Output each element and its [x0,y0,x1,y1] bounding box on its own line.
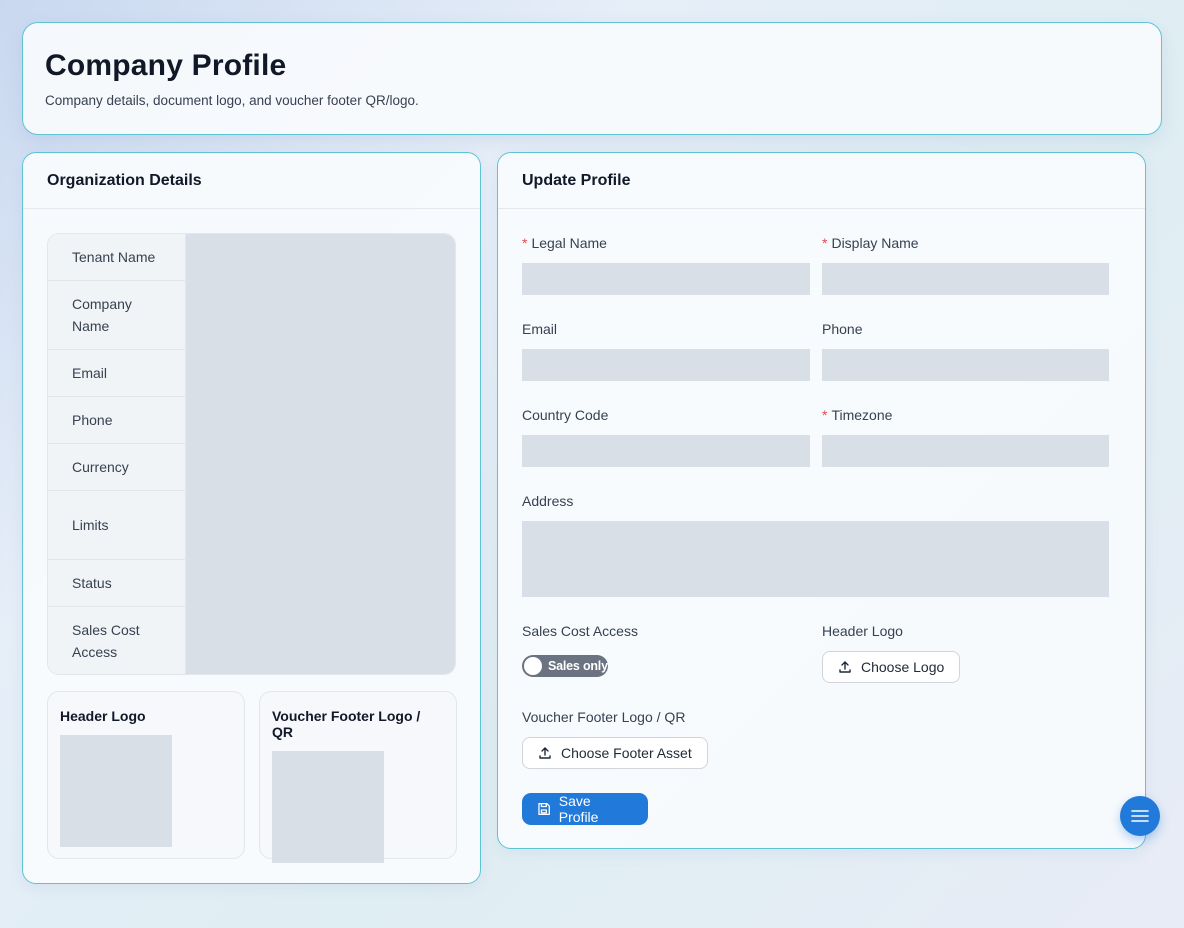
email-input[interactable] [522,349,810,381]
upload-icon [539,747,551,759]
footer-logo-title: Voucher Footer Logo / QR [272,708,421,740]
address-label: Address [522,493,574,509]
footer-logo-image-placeholder [272,751,384,863]
choose-footer-asset-label: Choose Footer Asset [561,745,692,761]
phone-label: Phone [822,321,863,337]
sales-cost-access-toggle[interactable]: Sales only [522,655,608,677]
details-label-limits: Limits [48,491,185,560]
required-marker: * [822,407,828,423]
update-profile-card: Update Profile * Legal Name * Display Name… [497,152,1146,849]
email-label: Email [522,321,558,337]
timezone-label: * Timezone [822,407,893,423]
required-marker: * [822,235,828,251]
details-label-status: Status [48,560,185,607]
details-label-company-name: Company Name [48,281,185,350]
country-code-input[interactable] [522,435,810,467]
page-subtitle: Company details, document logo, and vouc… [45,93,419,108]
sales-cost-access-label: Sales Cost Access [522,623,638,639]
header-logo-title: Header Logo [60,708,146,724]
organization-details-card: Organization Details Tenant Name Company… [22,152,481,884]
details-label-sales-cost-access: Sales Cost Access [72,621,140,660]
details-label-email: Email [48,350,185,397]
timezone-input[interactable] [822,435,1109,467]
page-title: Company Profile [45,49,287,82]
choose-footer-asset-button[interactable]: Choose Footer Asset [522,737,708,769]
floating-menu-button[interactable] [1120,796,1160,836]
save-profile-button[interactable]: Save Profile [522,793,648,825]
country-code-label: Country Code [522,407,609,423]
toggle-knob [524,657,542,675]
footer-logo-label: Voucher Footer Logo / QR [522,709,686,725]
display-name-label: * Display Name [822,235,919,251]
update-profile-title: Update Profile [498,153,1145,209]
legal-name-label: * Legal Name [522,235,607,251]
required-marker: * [522,235,528,251]
details-label-currency: Currency [48,444,185,491]
legal-name-input[interactable] [522,263,810,295]
toggle-text: Sales only [548,659,608,673]
details-label-phone: Phone [48,397,185,444]
footer-logo-box: Voucher Footer Logo / QR [259,691,457,863]
page-header-card: Company Profile Company details, documen… [22,22,1162,135]
save-icon [538,802,550,816]
header-logo-label: Header Logo [822,623,903,639]
choose-logo-label: Choose Logo [861,659,945,675]
organization-details-title: Organization Details [23,153,480,209]
header-logo-image-placeholder [60,735,172,847]
address-textarea[interactable] [522,521,1109,597]
save-profile-label: Save Profile [558,793,599,825]
details-labels-column: Tenant Name Company Name Email Phone Cur… [48,234,186,674]
header-logo-box: Header Logo [47,691,245,859]
choose-logo-button[interactable]: Choose Logo [822,651,961,683]
menu-icon [1131,810,1149,822]
upload-icon [839,661,851,673]
phone-input[interactable] [822,349,1109,381]
organization-details-table: Tenant Name Company Name Email Phone Cur… [47,233,456,675]
display-name-input[interactable] [822,263,1109,295]
details-label-tenant-name: Tenant Name [48,234,185,281]
details-values-placeholder [186,234,455,674]
